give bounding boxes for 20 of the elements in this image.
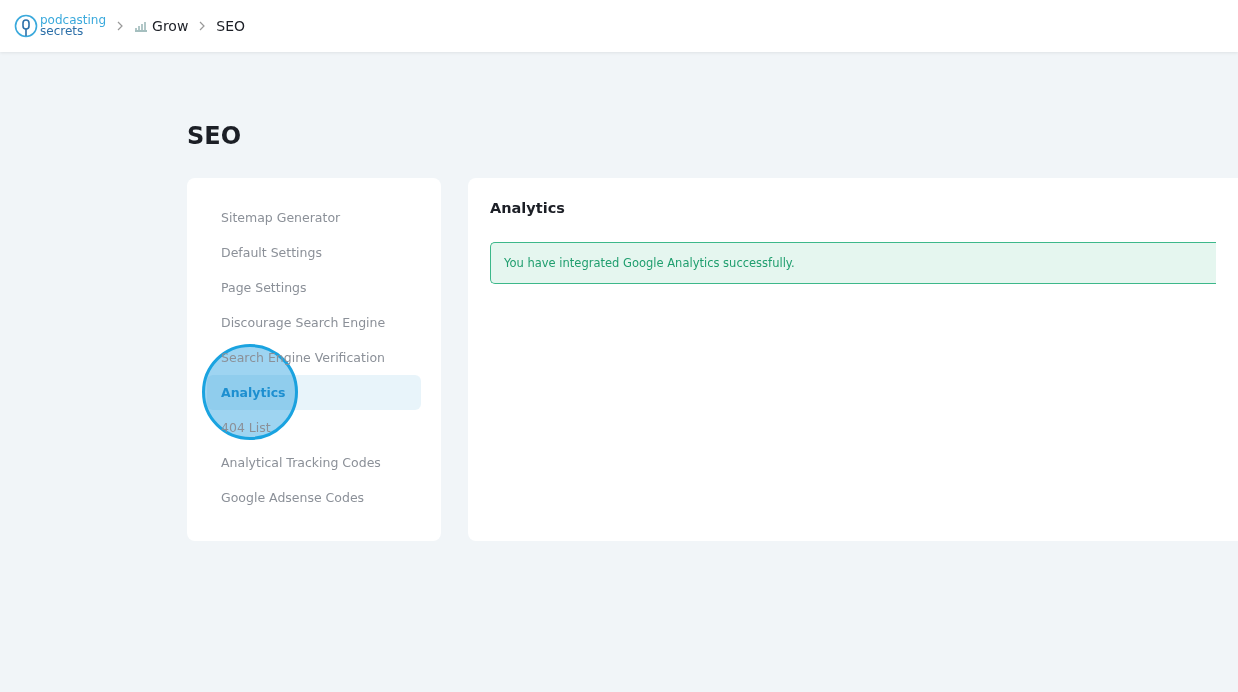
sidebar-item[interactable]: Sitemap Generator [207, 200, 421, 235]
microphone-icon [14, 14, 38, 38]
logo-text: podcasting [40, 15, 107, 26]
sidebar-item[interactable]: Analytics [207, 375, 421, 410]
sidebar-item[interactable]: Default Settings [207, 235, 421, 270]
page-title: SEO [187, 122, 243, 150]
logo-text: secrets [40, 26, 84, 37]
bar-chart-icon [134, 20, 148, 32]
breadcrumb-link[interactable]: Grow [134, 18, 189, 34]
logo[interactable]: podcasting secrets [14, 14, 107, 38]
sidebar-item[interactable]: Google Adsense Codes [207, 480, 421, 515]
sidebar-item[interactable]: Discourage Search Engine [207, 305, 421, 340]
sidebar-item[interactable]: Analytical Tracking Codes [207, 445, 421, 480]
chevron-icon [198, 21, 207, 31]
chevron-icon [116, 21, 125, 31]
success-alert: You have integrated Google Analytics successfully. [490, 242, 1216, 284]
sidebar-item[interactable]: Page Settings [207, 270, 421, 305]
breadcrumb-link[interactable]: SEO [216, 18, 246, 34]
sidebar-item[interactable]: 404 List [207, 410, 421, 445]
panel-title: Analytics [490, 200, 566, 216]
